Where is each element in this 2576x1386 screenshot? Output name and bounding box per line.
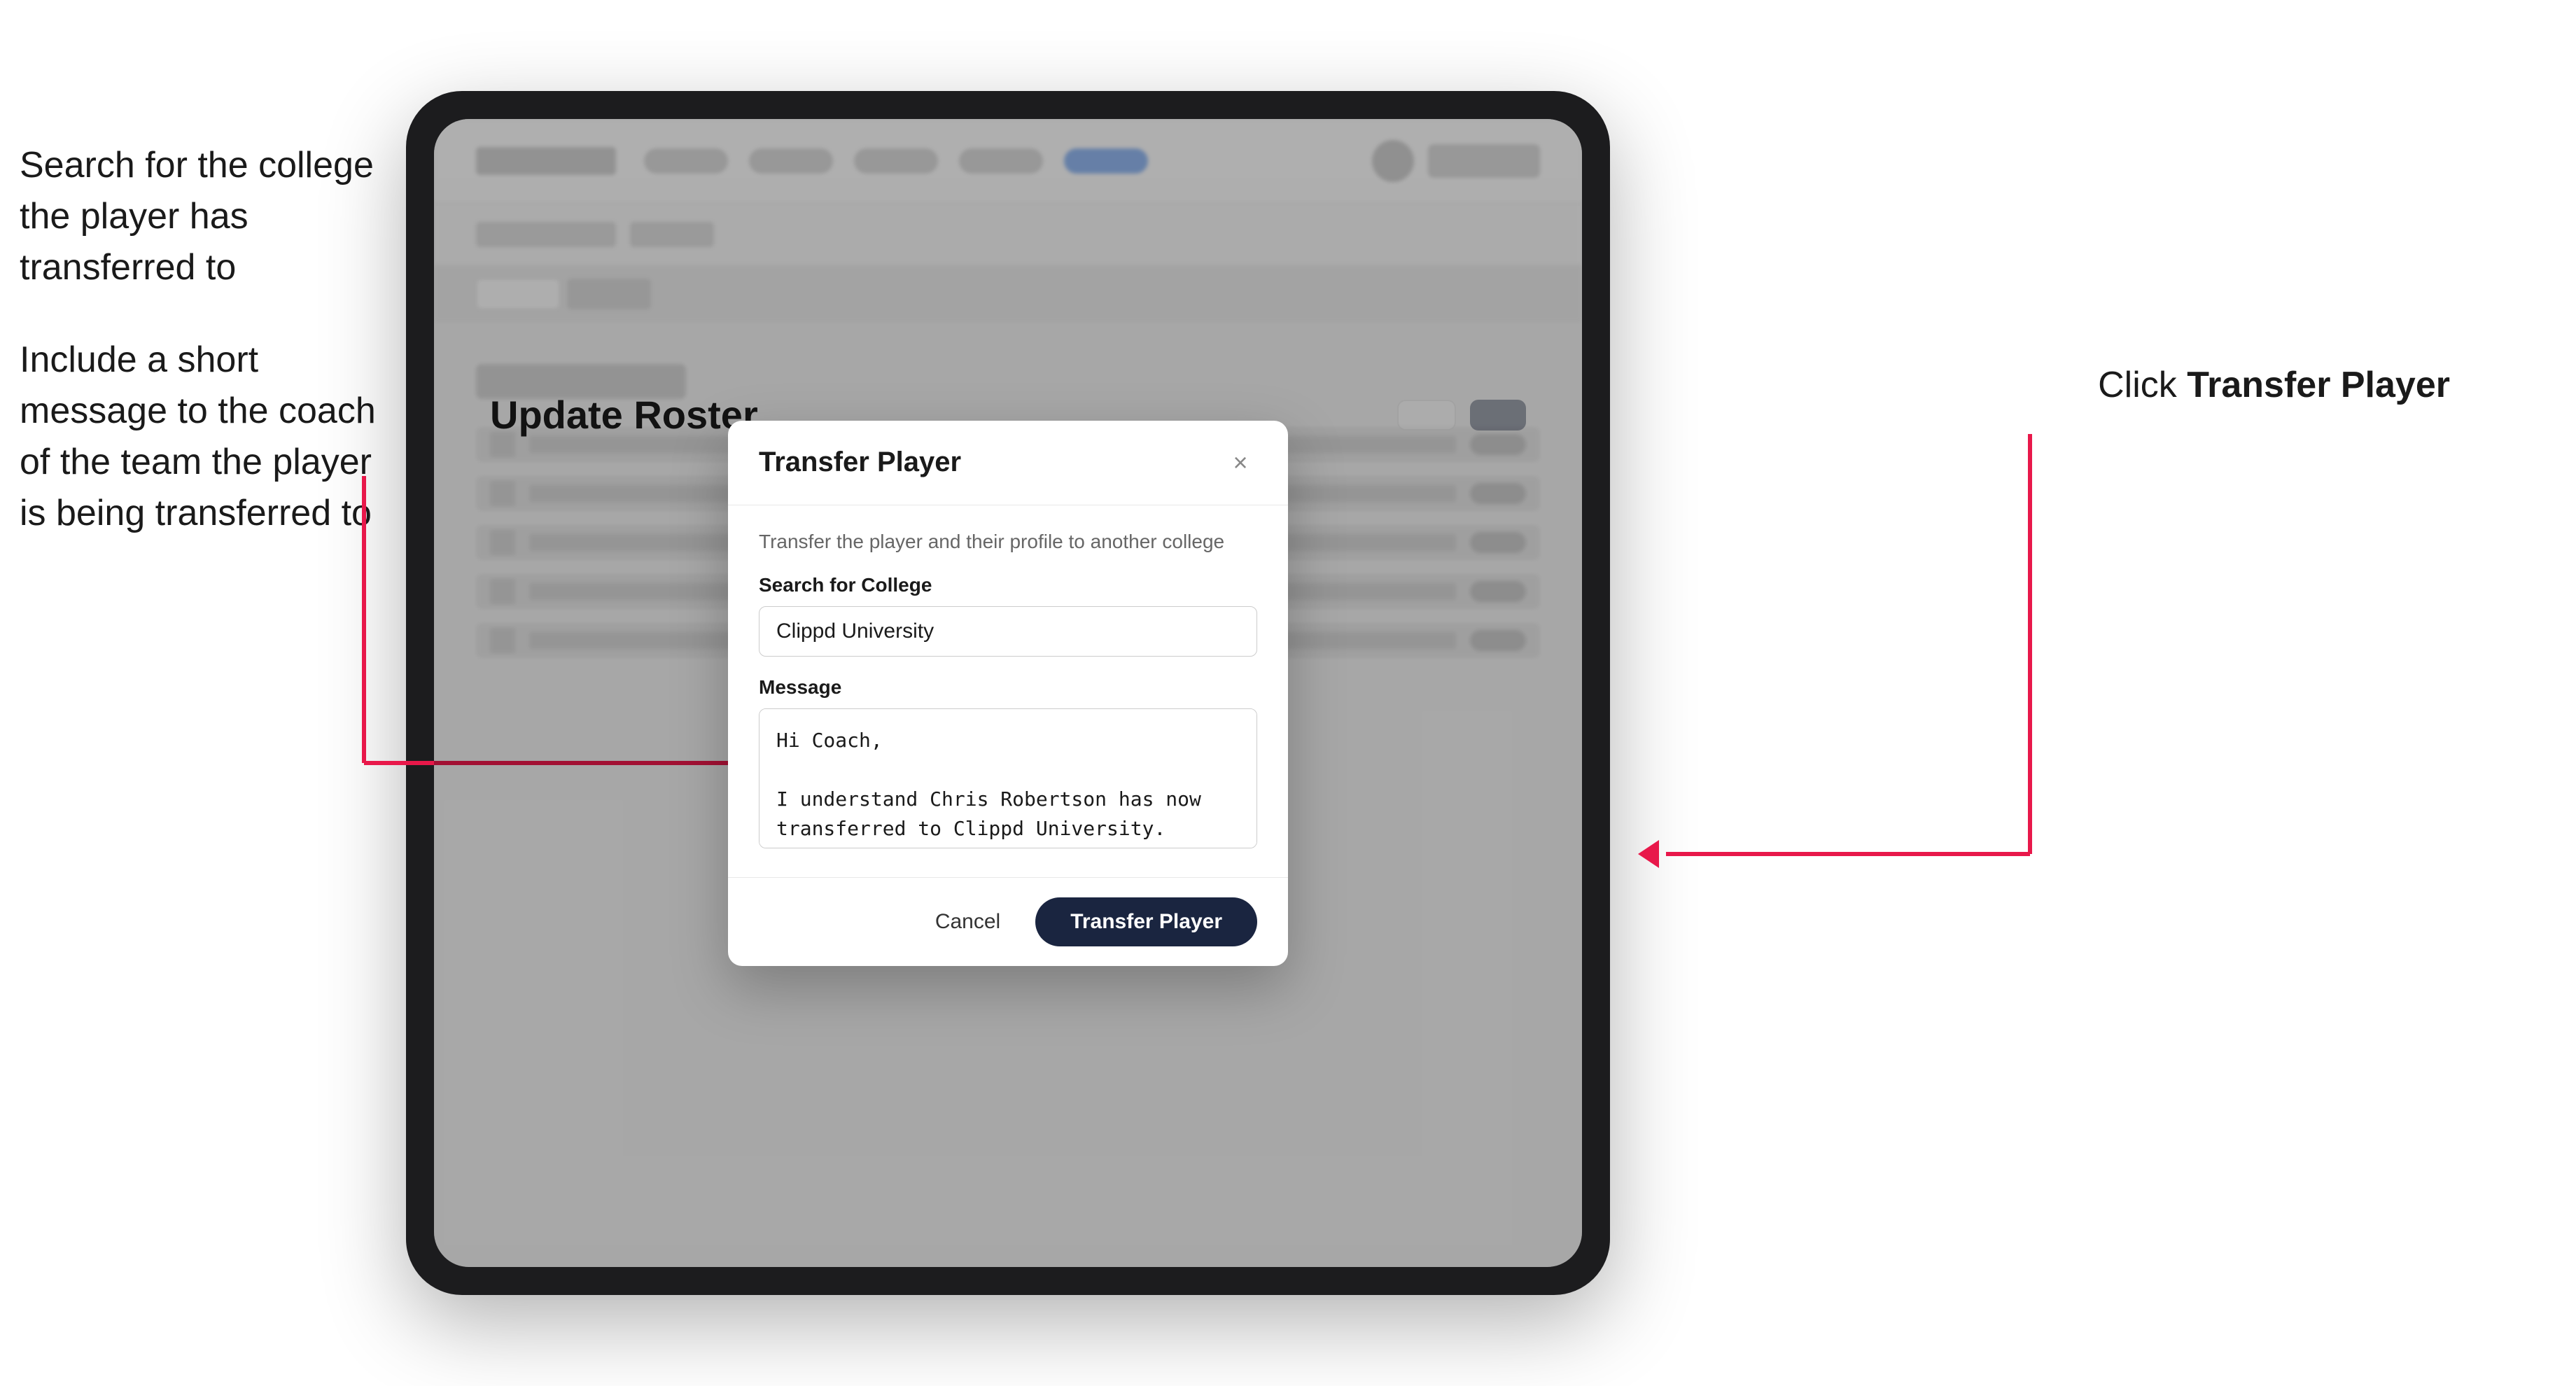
ipad-frame: Update Roster Transfer Player × Transfer… — [406, 91, 1610, 1295]
annotation-message-text: Include a short message to the coach of … — [20, 335, 384, 538]
annotation-click-text: Click — [2098, 365, 2177, 405]
annotation-right: Click Transfer Player — [2098, 364, 2450, 406]
ipad-screen: Update Roster Transfer Player × Transfer… — [434, 119, 1582, 1267]
annotation-left: Search for the college the player has tr… — [20, 140, 384, 581]
modal-close-button[interactable]: × — [1224, 446, 1257, 479]
modal-subtitle: Transfer the player and their profile to… — [759, 531, 1257, 553]
screen-foreground: Update Roster Transfer Player × Transfer… — [434, 119, 1582, 1267]
transfer-player-modal: Transfer Player × Transfer the player an… — [728, 421, 1288, 966]
message-textarea[interactable]: Hi Coach, I understand Chris Robertson h… — [759, 708, 1257, 848]
cancel-button[interactable]: Cancel — [914, 899, 1021, 945]
transfer-player-button[interactable]: Transfer Player — [1035, 897, 1257, 946]
modal-overlay: Transfer Player × Transfer the player an… — [434, 119, 1582, 1267]
annotation-transfer-text: Transfer Player — [2187, 365, 2450, 405]
message-label: Message — [759, 676, 1257, 699]
annotation-search-text: Search for the college the player has tr… — [20, 140, 384, 293]
search-college-label: Search for College — [759, 574, 1257, 596]
modal-footer: Cancel Transfer Player — [728, 877, 1288, 966]
modal-body: Transfer the player and their profile to… — [728, 505, 1288, 877]
modal-header: Transfer Player × — [728, 421, 1288, 505]
modal-title: Transfer Player — [759, 447, 961, 478]
search-college-input[interactable] — [759, 606, 1257, 657]
